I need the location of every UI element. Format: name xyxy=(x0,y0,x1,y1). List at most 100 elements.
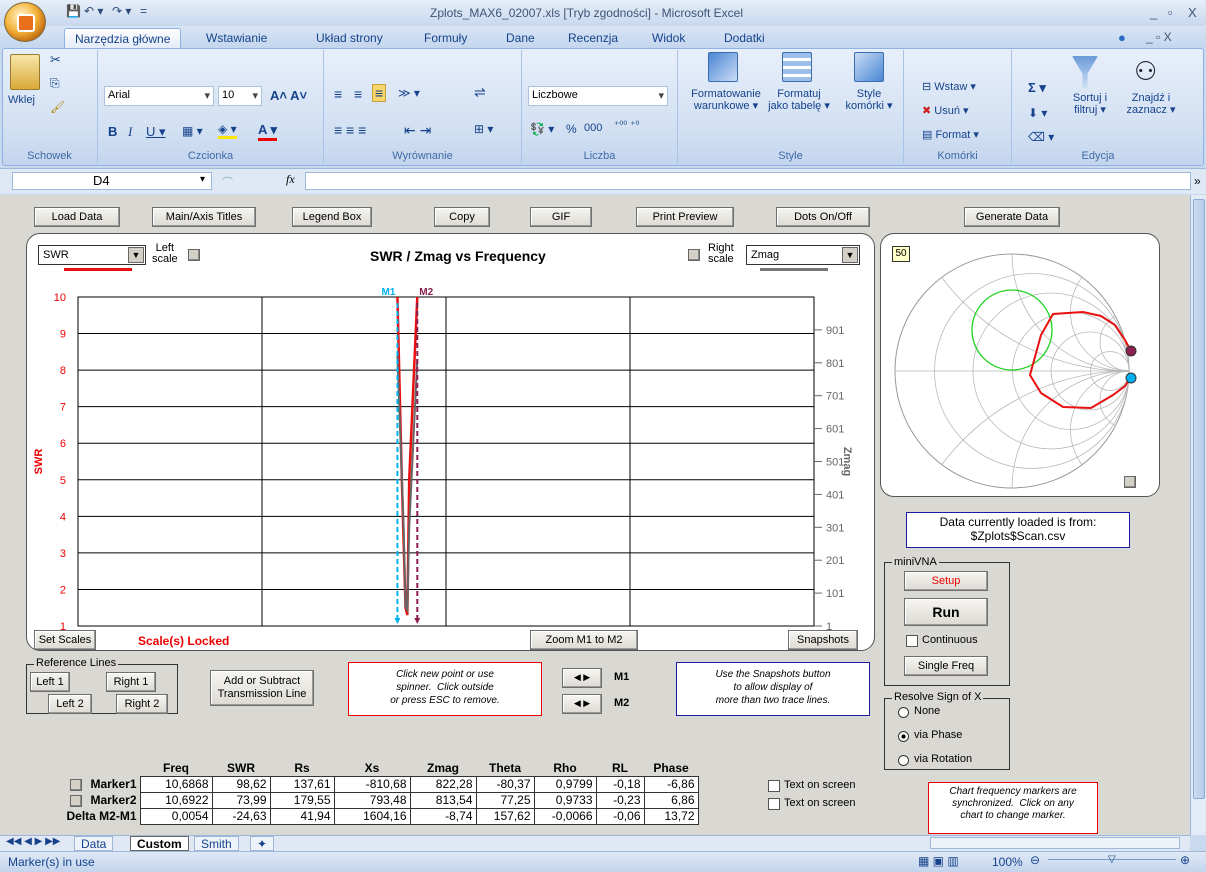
right-scale-toggle[interactable] xyxy=(688,249,700,261)
increase-decimal-icon[interactable]: ⁺⁰⁰ ⁺⁰ xyxy=(614,120,639,131)
m2-spinner[interactable]: ◀ ▶ xyxy=(562,694,602,714)
horizontal-scrollbar[interactable] xyxy=(930,837,1180,849)
name-box-dropdown-icon[interactable]: ▾ xyxy=(200,174,205,185)
view-buttons-icon[interactable]: ▦ ▣ ▥ xyxy=(918,854,959,868)
tab-addins[interactable]: Dodatki xyxy=(714,28,775,48)
table-cell[interactable]: -6,86 xyxy=(643,775,699,793)
align-middle-icon[interactable]: ≡ xyxy=(354,86,362,102)
wrap-text-icon[interactable]: ⇌ xyxy=(474,84,486,101)
table-cell[interactable]: 179,55 xyxy=(269,791,335,809)
run-button[interactable]: Run xyxy=(904,598,988,626)
table-cell[interactable]: -24,63 xyxy=(211,807,271,825)
tab-insert[interactable]: Wstawianie xyxy=(196,28,277,48)
table-cell[interactable]: -80,37 xyxy=(475,775,535,793)
smith-marker-m2[interactable] xyxy=(1125,345,1137,357)
cut-icon[interactable]: ✂ xyxy=(50,52,61,68)
tab-data[interactable]: Dane xyxy=(496,28,545,48)
ref-right1-button[interactable]: Right 1 xyxy=(106,672,156,692)
zoom-thumb-icon[interactable]: ▽ xyxy=(1108,854,1116,865)
align-left-icon[interactable]: ≡ ≡ ≡ xyxy=(334,122,366,138)
conditional-format-button[interactable]: Formatowanie warunkowe ▾ xyxy=(684,88,768,112)
continuous-checkbox[interactable] xyxy=(906,635,918,647)
vertical-scroll-thumb[interactable] xyxy=(1193,199,1205,799)
tab-formulas[interactable]: Formuły xyxy=(414,28,477,48)
redo-icon[interactable]: ↷ ▾ xyxy=(112,4,131,21)
single-freq-button[interactable]: Single Freq xyxy=(904,656,988,676)
format-cells-button[interactable]: ▤ Format ▾ xyxy=(922,128,979,141)
table-cell[interactable]: 10,6922 xyxy=(139,791,213,809)
table-cell[interactable]: 98,62 xyxy=(211,775,271,793)
gif-button[interactable]: GIF xyxy=(530,207,592,227)
paste-button[interactable]: Wklej xyxy=(8,94,35,106)
borders-icon[interactable]: ▦ ▾ xyxy=(182,124,203,138)
table-cell[interactable]: 137,61 xyxy=(269,775,335,793)
zoom-level[interactable]: 100% xyxy=(992,855,1023,869)
table-cell[interactable]: 0,9799 xyxy=(533,775,597,793)
orientation-icon[interactable]: ≫ ▾ xyxy=(398,86,420,100)
sheet-tab-custom[interactable]: Custom xyxy=(130,836,189,851)
marker2-toggle[interactable] xyxy=(70,794,83,807)
paste-icon[interactable] xyxy=(10,54,40,90)
smith-chart[interactable] xyxy=(893,245,1143,493)
find-select-button[interactable]: Znajdź i zaznacz ▾ xyxy=(1122,92,1180,116)
print-preview-button[interactable]: Print Preview xyxy=(636,207,734,227)
fill-color-icon[interactable]: ◈ ▾ xyxy=(218,122,237,139)
table-cell[interactable]: 77,25 xyxy=(475,791,535,809)
number-format-select[interactable]: Liczbowe xyxy=(528,86,668,106)
sheet-tab-data[interactable]: Data xyxy=(74,836,114,851)
cell-styles-icon[interactable] xyxy=(854,52,884,82)
transmission-line-button[interactable]: Add or Subtract Transmission Line xyxy=(210,670,314,706)
smith-marker-m1[interactable] xyxy=(1125,372,1137,384)
setup-button[interactable]: Setup xyxy=(904,571,988,591)
table-cell[interactable]: -0,23 xyxy=(595,791,645,809)
generate-data-button[interactable]: Generate Data xyxy=(964,207,1060,227)
tab-review[interactable]: Recenzja xyxy=(558,28,628,48)
table-cell[interactable]: 822,28 xyxy=(409,775,477,793)
font-size-select[interactable]: 10 xyxy=(218,86,262,106)
office-button[interactable] xyxy=(4,2,46,42)
chart-plot[interactable]: 1234567891010,610,6510,710,7510,81101201… xyxy=(28,280,873,630)
dots-toggle-button[interactable]: Dots On/Off xyxy=(776,207,870,227)
resolve-phase-radio[interactable] xyxy=(898,731,909,742)
ref-left2-button[interactable]: Left 2 xyxy=(48,694,92,714)
table-cell[interactable]: 1604,16 xyxy=(333,807,411,825)
table-cell[interactable]: -0,18 xyxy=(595,775,645,793)
snapshots-button[interactable]: Snapshots xyxy=(788,630,858,650)
tab-view[interactable]: Widok xyxy=(642,28,695,48)
formula-input[interactable] xyxy=(305,172,1191,190)
insert-cells-button[interactable]: ⊟ Wstaw ▾ xyxy=(922,80,976,93)
format-table-icon[interactable] xyxy=(782,52,812,82)
right-series-select[interactable]: Zmag ▼ xyxy=(746,245,860,265)
underline-icon[interactable]: U ▾ xyxy=(146,124,166,140)
find-select-icon[interactable]: ⚇ xyxy=(1134,56,1157,87)
table-cell[interactable]: 793,48 xyxy=(333,791,411,809)
sheet-tab-smith[interactable]: Smith xyxy=(194,836,239,851)
merge-icon[interactable]: ⊞ ▾ xyxy=(474,122,493,136)
align-top-icon[interactable]: ≡ xyxy=(334,86,342,102)
table-cell[interactable]: 6,86 xyxy=(643,791,699,809)
clear-icon[interactable]: ⌫ ▾ xyxy=(1028,130,1054,144)
thousands-button[interactable]: 000 xyxy=(584,122,602,134)
conditional-format-icon[interactable] xyxy=(708,52,738,82)
italic-icon[interactable]: I xyxy=(128,124,132,140)
copy-button[interactable]: Copy xyxy=(434,207,490,227)
left-series-dropdown-icon[interactable]: ▼ xyxy=(128,247,144,263)
table-cell[interactable]: -8,74 xyxy=(409,807,477,825)
zoom-m1-m2-button[interactable]: Zoom M1 to M2 xyxy=(530,630,638,650)
table-cell[interactable]: 0,0054 xyxy=(139,807,213,825)
table-cell[interactable]: 13,72 xyxy=(643,807,699,825)
sheet-nav-icon[interactable]: ◀◀ ◀ ▶ ▶▶ xyxy=(6,836,60,847)
copy-icon[interactable]: ⎘ xyxy=(50,76,60,91)
sort-filter-icon[interactable] xyxy=(1072,56,1098,88)
minimize-icon[interactable]: _ xyxy=(1150,5,1157,20)
insert-sheet-icon[interactable]: ✦ xyxy=(250,836,275,851)
help-icon[interactable]: ● xyxy=(1118,30,1126,45)
resolve-rotation-radio[interactable] xyxy=(898,755,909,766)
grow-font-icon[interactable]: A˄ A˅ xyxy=(270,88,307,103)
ribbon-min-icon[interactable]: _ ▫ X xyxy=(1146,30,1172,44)
table-cell[interactable]: -0,0066 xyxy=(533,807,597,825)
right-series-dropdown-icon[interactable]: ▼ xyxy=(842,247,858,263)
load-data-button[interactable]: Load Data xyxy=(34,207,120,227)
format-painter-icon[interactable]: 🖌 xyxy=(50,100,65,114)
indent-icon[interactable]: ⇤ ⇥ xyxy=(404,122,431,139)
